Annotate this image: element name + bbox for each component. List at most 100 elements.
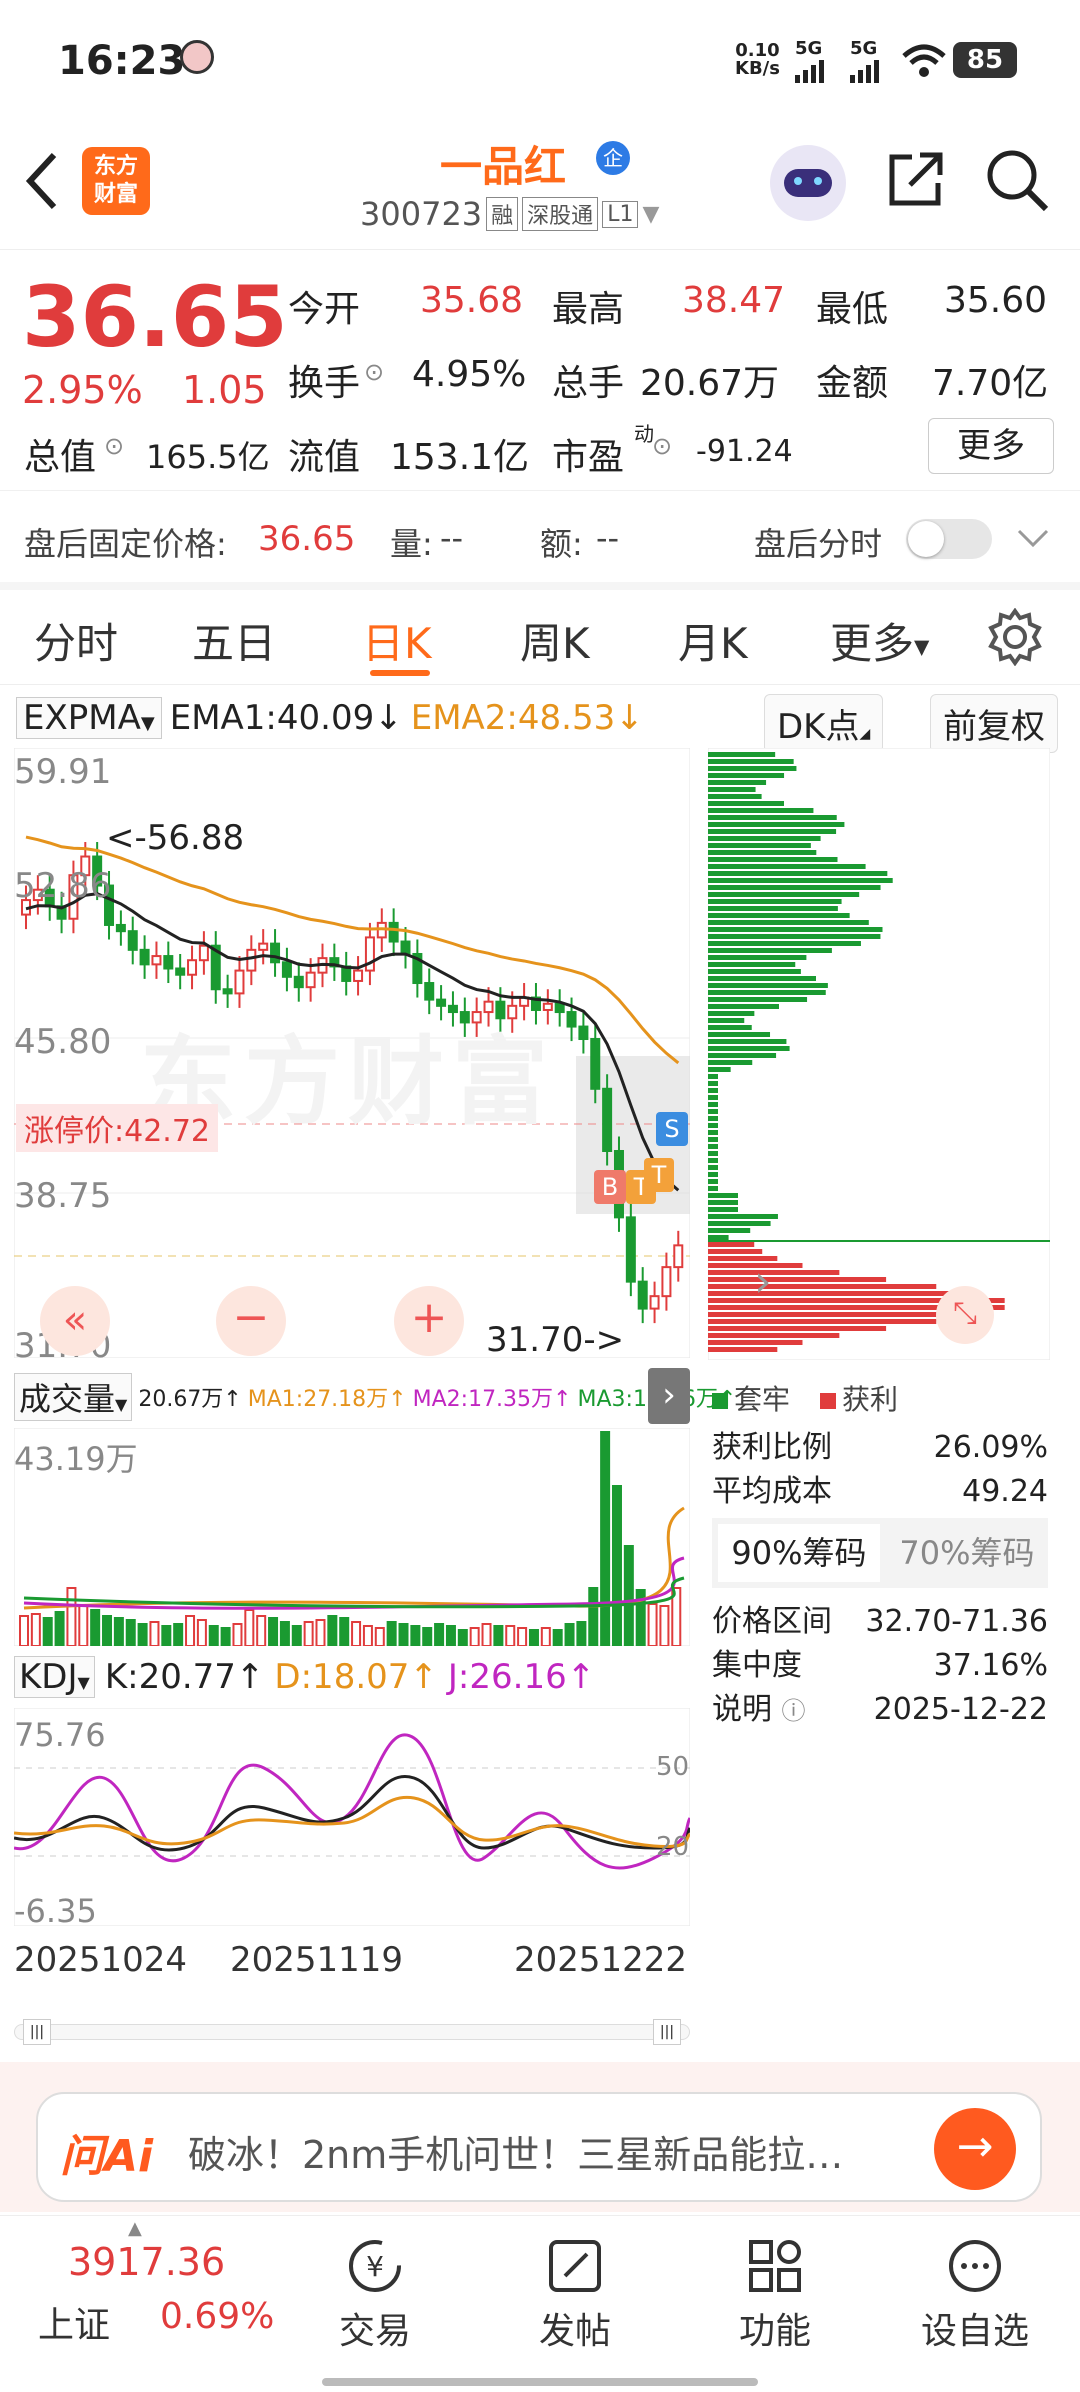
search-icon[interactable] (984, 147, 1050, 213)
candle (127, 930, 138, 951)
tab-five-day[interactable]: 五日 (192, 610, 276, 671)
chip-bar (708, 829, 837, 834)
tab-chip-70[interactable]: 70%筹码 (886, 1518, 1048, 1588)
candle (139, 948, 150, 966)
clock: 16:23 (58, 38, 186, 84)
tab-chip-90[interactable]: 90%筹码 (718, 1524, 880, 1582)
tab-more[interactable]: 更多▼ (830, 610, 929, 671)
ai-send-icon[interactable]: → (934, 2108, 1016, 2190)
chip-bar (708, 941, 861, 946)
info-icon-3[interactable]: ⊙ (652, 432, 672, 460)
volume-bar (19, 1615, 29, 1646)
chip-bar (708, 955, 807, 960)
volume-bar (244, 1609, 255, 1646)
volume-max-label: 43.19万 (14, 1440, 138, 1478)
volume-bar (576, 1621, 587, 1646)
index-change[interactable]: 0.69% (160, 2296, 274, 2337)
stock-code-row[interactable]: 300723 融 深股通 L1 ▼ (360, 195, 659, 233)
volume-bar (137, 1623, 148, 1646)
volume-bar (351, 1621, 362, 1646)
date-label: 20251119 (230, 1940, 404, 1980)
buy-signal-badge[interactable]: B (594, 1170, 626, 1204)
chip-stat-row: 获利比例 26.09% (712, 1430, 1048, 1465)
tag-level: L1 (602, 200, 639, 228)
candle (637, 1280, 648, 1310)
ai-logo: 问Ai (60, 2131, 154, 2182)
chip-bar (708, 1200, 738, 1205)
chevron-down-icon[interactable] (1016, 527, 1050, 549)
info-icon-4[interactable]: ⓘ (782, 1697, 806, 1725)
status-bar: 16:23 0.10 KB/s 5G 5G 85 (0, 0, 1080, 125)
gear-icon[interactable] (986, 608, 1044, 666)
ai-assistant-icon[interactable] (770, 145, 846, 221)
tab-monthly-k[interactable]: 月K (678, 610, 748, 671)
chip-bar (708, 843, 811, 848)
chip-bar (708, 920, 869, 925)
chip-bar (708, 1214, 778, 1219)
candle (281, 961, 292, 978)
sell-signal-badge[interactable]: S (656, 1112, 688, 1146)
chip-range-tabs: 90%筹码 70%筹码 (712, 1518, 1048, 1588)
panel-toggle-icon[interactable]: › (648, 1368, 690, 1424)
chip-bar (708, 976, 817, 981)
ai-question-bar[interactable]: 问Ai 破冰！2nm手机问世！三星新品能拉… → (36, 2092, 1042, 2202)
expand-arrow-icon[interactable]: › (754, 1256, 772, 1307)
nav-watchlist[interactable]: 设自选 (910, 2236, 1040, 2354)
indicator-select[interactable]: EXPMA▼ (16, 697, 162, 739)
price-axis-top: 59.91 (14, 752, 112, 792)
kdj-chart[interactable] (14, 1708, 690, 1926)
chip-bar (708, 801, 784, 806)
info-icon[interactable]: ⊙ (364, 358, 384, 386)
index-name[interactable]: 上证 (38, 2296, 110, 2348)
legend-profit: 获利 (820, 1378, 898, 1418)
zoom-in-icon[interactable]: + (394, 1286, 464, 1356)
volume-bar (90, 1609, 101, 1646)
zoom-out-icon[interactable]: − (216, 1286, 286, 1356)
scroll-left-icon[interactable]: « (40, 1286, 110, 1356)
chip-bar (708, 1081, 718, 1086)
tab-daily-k[interactable]: 日K (362, 610, 432, 671)
volume-bar (256, 1615, 267, 1646)
candle (566, 1011, 577, 1028)
change-pct: 2.95% (22, 368, 143, 412)
nav-watchlist-label: 设自选 (920, 2311, 1029, 2352)
chip-bar (708, 948, 832, 953)
nav-functions[interactable]: 功能 (710, 2236, 840, 2354)
volume-bar (66, 1587, 77, 1646)
kdj-indicator-select[interactable]: KDJ▼ (14, 1656, 95, 1698)
back-icon[interactable] (22, 151, 62, 211)
volume-bar (291, 1625, 302, 1646)
range-scrollbar[interactable]: ||| ||| (14, 2019, 690, 2045)
t-signal-badge-2[interactable]: T (644, 1158, 674, 1192)
info-icon-2[interactable]: ⊙ (104, 432, 124, 460)
brand-logo: 东方 财富 (82, 147, 150, 215)
adjust-button[interactable]: 前复权 (930, 694, 1058, 753)
candle (163, 955, 174, 970)
kdj-20-label: 20 (656, 1832, 690, 1862)
date-axis: 20251024 20251119 20251222 (14, 1930, 690, 1986)
volume-indicator-select[interactable]: 成交量▼ (14, 1373, 133, 1421)
expand-icon[interactable]: ⤡ (936, 1286, 994, 1344)
dk-point-button[interactable]: DK点◢ (764, 694, 884, 753)
chip-stat-row: 集中度 37.16% (712, 1648, 1048, 1683)
quote-panel: 36.65 2.95% 1.05 今开 35.68 最高 38.47 最低 35… (0, 250, 1080, 490)
battery-icon: 85 (953, 42, 1017, 78)
volume-bar (517, 1627, 528, 1646)
nav-trade[interactable]: ¥ 交易 (310, 2236, 440, 2354)
more-button[interactable]: 更多 (928, 418, 1054, 474)
chip-bar (708, 1018, 745, 1023)
kdj-top-label: 75.76 (14, 1716, 106, 1754)
volume-bar (647, 1603, 658, 1646)
tab-intraday[interactable]: 分时 (34, 610, 118, 671)
notification-avatar-icon (180, 40, 214, 74)
caret-up-icon: ▲ (128, 2218, 142, 2239)
after-hours-toggle[interactable] (906, 519, 992, 559)
index-value[interactable]: 3917.36 (68, 2240, 225, 2284)
pe-label: 市盈 (552, 437, 625, 478)
tab-weekly-k[interactable]: 周K (520, 610, 590, 671)
chip-bar (708, 780, 767, 785)
chip-bar (708, 1011, 755, 1016)
chip-bar (708, 815, 837, 820)
nav-post[interactable]: 发帖 (510, 2236, 640, 2354)
share-icon[interactable] (884, 149, 946, 211)
